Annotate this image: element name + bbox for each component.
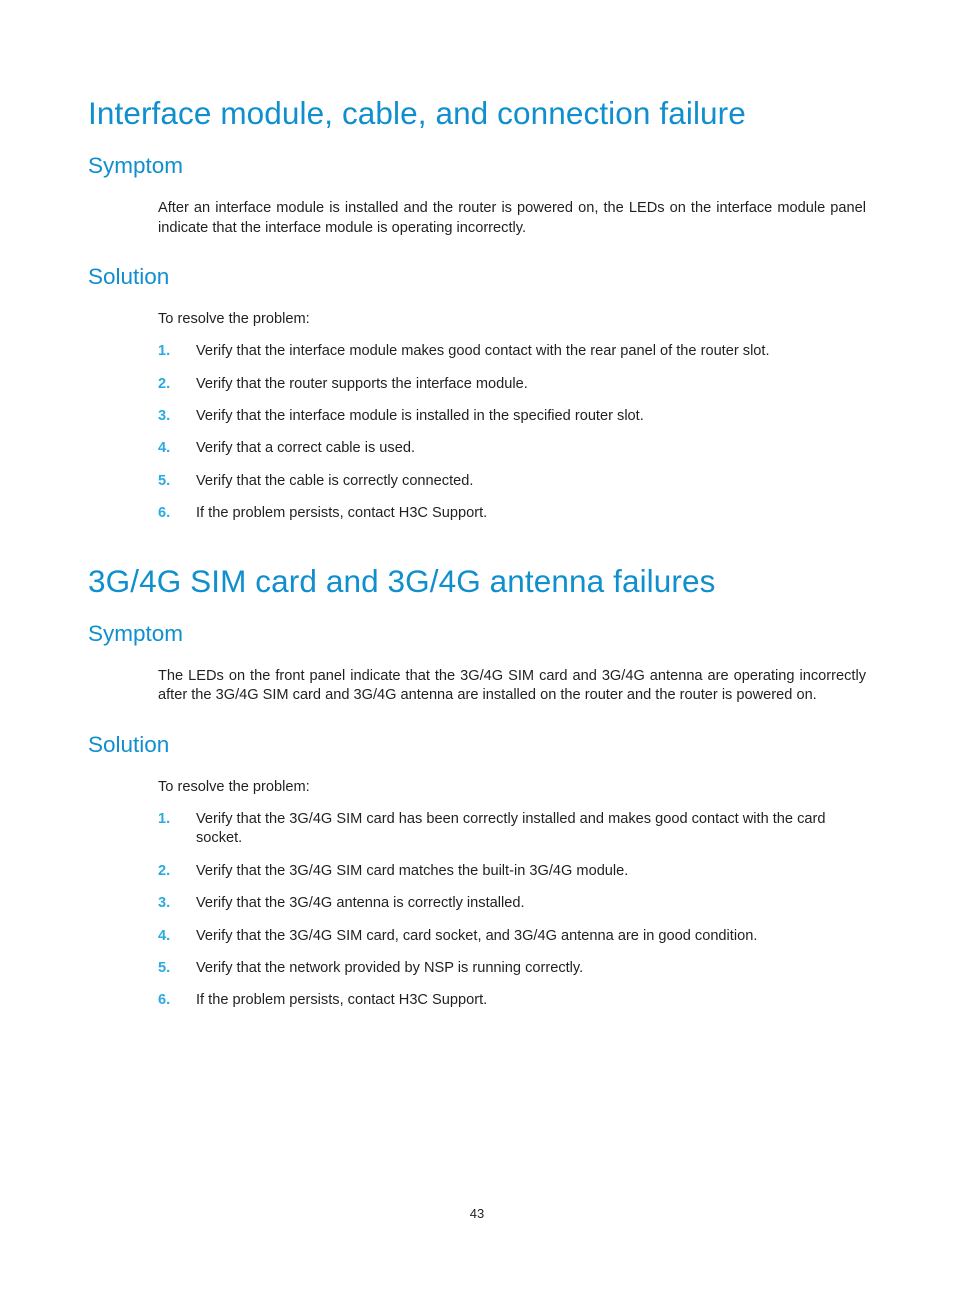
list-item: 1. Verify that the 3G/4G SIM card has be… [158,810,866,849]
list-item-text: Verify that the network provided by NSP … [196,959,584,976]
section-title-interface-module: Interface module, cable, and connection … [88,95,746,131]
heading-solution-1: Solution [88,263,170,289]
list-item-number: 6. [158,992,171,1009]
list-item-text: If the problem persists, contact H3C Sup… [196,992,488,1009]
list-item-text: Verify that the 3G/4G SIM card has been … [196,810,826,847]
list-item-text: Verify that the 3G/4G SIM card, card soc… [196,927,758,944]
list-item-text: Verify that the cable is correctly conne… [196,472,474,489]
list-item: 2. Verify that the 3G/4G SIM card matche… [158,862,866,881]
list-item-number: 2. [158,375,171,392]
heading-solution-2: Solution [88,731,170,757]
list-item-text: Verify that a correct cable is used. [196,440,416,457]
list-item-number: 2. [158,862,171,879]
list-item: 5. Verify that the cable is correctly co… [158,472,866,491]
list-item-text: Verify that the 3G/4G SIM card matches t… [196,862,629,879]
list-item-text: Verify that the 3G/4G antenna is correct… [196,895,525,912]
list-item-number: 4. [158,927,171,944]
solution-steps-2: 1. Verify that the 3G/4G SIM card has be… [158,810,866,1011]
symptom-body-1: After an interface module is installed a… [158,199,866,238]
solution-lead-2: To resolve the problem: [158,778,310,795]
list-item-text: Verify that the interface module is inst… [196,408,644,425]
list-item-number: 5. [158,959,171,976]
list-item: 3. Verify that the interface module is i… [158,407,866,426]
list-item: 1. Verify that the interface module make… [158,342,866,361]
list-item-number: 4. [158,440,171,457]
list-item-number: 1. [158,343,171,360]
list-item-number: 1. [158,810,171,827]
list-item: 3. Verify that the 3G/4G antenna is corr… [158,894,866,913]
symptom-paragraph-1: After an interface module is installed a… [158,200,866,236]
heading-symptom-2: Symptom [88,620,184,646]
list-item: 2. Verify that the router supports the i… [158,375,866,394]
solution-steps-1: 1. Verify that the interface module make… [158,342,866,523]
symptom-body-2: The LEDs on the front panel indicate tha… [158,667,866,706]
list-item: 4. Verify that the 3G/4G SIM card, card … [158,927,866,946]
list-item: 5. Verify that the network provided by N… [158,959,866,978]
document-page: Interface module, cable, and connection … [0,0,954,1296]
list-item: 6. If the problem persists, contact H3C … [158,991,866,1010]
list-item-text: Verify that the router supports the inte… [196,375,528,392]
list-item-number: 3. [158,895,171,912]
page-number: 43 [469,1206,485,1221]
list-item-text: Verify that the interface module makes g… [196,343,770,360]
list-item-number: 5. [158,472,171,489]
list-item: 4. Verify that a correct cable is used. [158,439,866,458]
list-item-text: If the problem persists, contact H3C Sup… [196,505,488,522]
heading-symptom-1: Symptom [88,153,184,179]
solution-lead-1: To resolve the problem: [158,310,310,327]
list-item-number: 3. [158,408,171,425]
page-content: Interface module, cable, and connection … [88,95,866,1011]
list-item: 6. If the problem persists, contact H3C … [158,504,866,523]
page-footer: 43 [0,1206,954,1221]
symptom-paragraph-2: The LEDs on the front panel indicate tha… [158,667,866,704]
section-title-3g4g-sim-antenna: 3G/4G SIM card and 3G/4G antenna failure… [88,562,716,599]
list-item-number: 6. [158,505,171,522]
